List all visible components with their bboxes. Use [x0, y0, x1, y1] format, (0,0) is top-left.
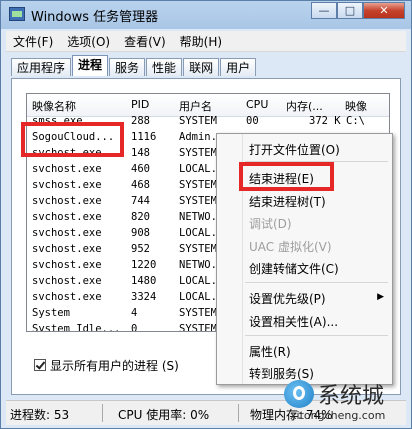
- image-name-cell: svchost.exe: [32, 179, 102, 191]
- tab-networking[interactable]: 联网: [183, 58, 220, 76]
- user-cell: SYSTEM: [179, 323, 217, 332]
- tab-services[interactable]: 服务: [109, 58, 146, 76]
- window-title: Windows 任务管理器: [31, 10, 159, 25]
- tab-performance[interactable]: 性能: [146, 58, 183, 76]
- image-name-cell: svchost.exe: [32, 275, 102, 287]
- user-cell: SYSTEM: [179, 307, 217, 319]
- user-cell: SYSTEM: [179, 195, 217, 207]
- pid-cell: 820: [131, 211, 150, 223]
- column-memory[interactable]: 内存(...: [286, 98, 323, 114]
- user-cell: SYSTEM: [179, 243, 217, 255]
- menu-properties[interactable]: 属性(R): [249, 343, 291, 360]
- menu-end-process-tree[interactable]: 结束进程树(T): [249, 193, 326, 210]
- pid-cell: 952: [131, 243, 150, 255]
- tab-users[interactable]: 用户: [220, 58, 257, 76]
- menu-separator: [245, 282, 388, 283]
- maximize-button[interactable]: □: [337, 2, 363, 19]
- pid-cell: 1220: [131, 259, 157, 271]
- image-name-cell: svchost.exe: [32, 195, 102, 207]
- tab-processes[interactable]: 进程: [72, 55, 109, 76]
- task-manager-icon: [9, 7, 25, 21]
- cpu-usage: CPU 使用率: 0%: [118, 408, 210, 422]
- status-divider: [102, 404, 103, 422]
- menu-open-file-location[interactable]: 打开文件位置(O): [249, 141, 340, 158]
- pid-cell: 3324: [131, 291, 157, 303]
- tab-strip: 应用程序 进程 服务 性能 联网 用户: [11, 55, 257, 78]
- submenu-arrow-icon: ▶: [377, 292, 384, 302]
- image-name-cell: svchost.exe: [32, 243, 102, 255]
- task-manager-window: Windows 任务管理器 — □ ✕ 文件(F) 选项(O) 查看(V) 帮助…: [0, 0, 412, 429]
- column-pid[interactable]: PID: [131, 98, 149, 111]
- watermark: 系统城 xitongcheng.com: [284, 378, 412, 428]
- menu-uac-virtualization: UAC 虚拟化(V): [249, 240, 332, 254]
- watermark-logo-icon: [284, 380, 314, 408]
- user-cell: SYSTEM: [179, 147, 217, 159]
- image-path-cell: C:\: [346, 115, 365, 127]
- menu-file[interactable]: 文件(F): [6, 33, 60, 50]
- pid-cell: 1116: [131, 131, 157, 143]
- watermark-url: xitongcheng.com: [290, 409, 386, 422]
- end-process-highlight: [239, 162, 334, 191]
- column-user[interactable]: 用户名: [179, 98, 212, 114]
- memory-cell: 372 K: [309, 115, 341, 127]
- selected-process-highlight: [21, 122, 124, 157]
- pid-cell: 744: [131, 195, 150, 207]
- tab-applications[interactable]: 应用程序: [11, 58, 72, 76]
- image-name-cell: System: [32, 307, 70, 319]
- menu-view[interactable]: 查看(V): [117, 33, 173, 50]
- status-divider: [238, 404, 239, 422]
- pid-cell: 148: [131, 147, 150, 159]
- menu-options[interactable]: 选项(O): [60, 33, 117, 50]
- menu-create-dump-file[interactable]: 创建转储文件(C): [249, 260, 339, 277]
- menu-set-affinity[interactable]: 设置相关性(A)...: [249, 313, 338, 330]
- menu-debug: 调试(D): [249, 217, 292, 231]
- image-name-cell: svchost.exe: [32, 291, 102, 303]
- menu-separator: [245, 335, 388, 336]
- user-cell: SYSTEM: [179, 115, 217, 127]
- pid-cell: 288: [131, 115, 150, 127]
- menu-help[interactable]: 帮助(H): [173, 33, 229, 50]
- image-name-cell: System Idle...: [32, 323, 121, 332]
- pid-cell: 468: [131, 179, 150, 191]
- process-count: 进程数: 53: [10, 408, 70, 422]
- menu-set-priority[interactable]: 设置优先级(P): [249, 290, 326, 307]
- pid-cell: 0: [131, 323, 138, 332]
- image-name-cell: svchost.exe: [32, 163, 102, 175]
- cpu-cell: 00: [246, 115, 259, 127]
- user-cell: SYSTEM: [179, 179, 217, 191]
- pid-cell: 908: [131, 227, 150, 239]
- watermark-brand: 系统城: [318, 384, 385, 409]
- image-name-cell: svchost.exe: [32, 227, 102, 239]
- column-image-name[interactable]: 映像名称: [32, 98, 76, 114]
- title-bar[interactable]: Windows 任务管理器 — □ ✕: [1, 1, 411, 29]
- pid-cell: 460: [131, 163, 150, 175]
- pid-cell: 4: [131, 307, 138, 319]
- minimize-button[interactable]: —: [311, 2, 337, 19]
- column-cpu[interactable]: CPU: [246, 98, 268, 111]
- window-controls: — □ ✕: [311, 2, 405, 21]
- process-context-menu: 打开文件位置(O) 结束进程(E) 结束进程树(T) 调试(D) UAC 虚拟化…: [216, 133, 393, 385]
- show-all-users-checkbox[interactable]: [34, 359, 46, 371]
- pid-cell: 1480: [131, 275, 157, 287]
- menu-bar: 文件(F) 选项(O) 查看(V) 帮助(H): [6, 31, 406, 52]
- column-image-path[interactable]: 映像: [345, 98, 367, 114]
- close-button[interactable]: ✕: [363, 2, 405, 19]
- image-name-cell: svchost.exe: [32, 211, 102, 223]
- show-all-users-label[interactable]: 显示所有用户的进程 (S): [50, 357, 179, 374]
- image-name-cell: svchost.exe: [32, 259, 102, 271]
